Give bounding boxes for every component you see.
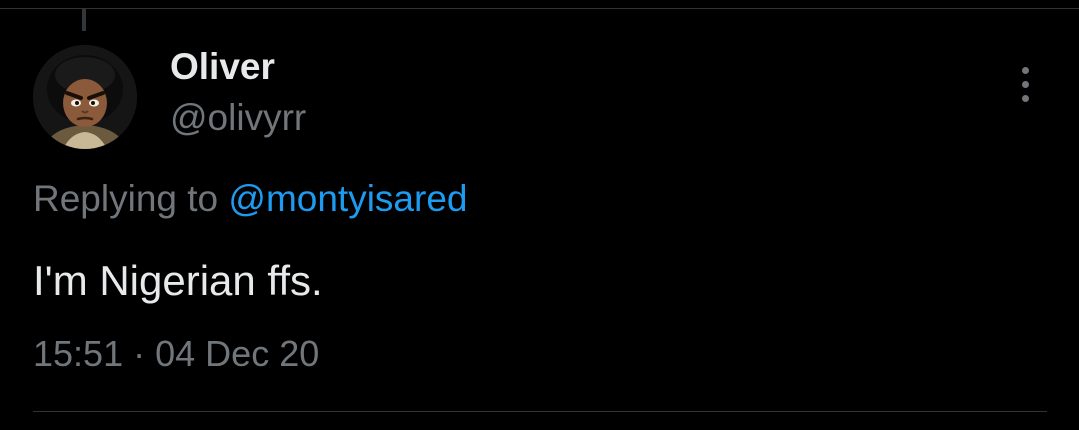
tweet-metadata: 15:51 · 04 Dec 20 <box>33 331 319 377</box>
more-vertical-icon-dot <box>1022 95 1029 102</box>
cartoon-avatar-icon <box>33 45 137 149</box>
replying-to-line: Replying to @montyisared <box>33 175 467 223</box>
avatar[interactable] <box>33 45 137 149</box>
bottom-divider <box>33 411 1047 412</box>
top-divider <box>0 8 1079 9</box>
more-vertical-icon-dot <box>1022 81 1029 88</box>
tweet-text: I'm Nigerian ffs. <box>33 257 323 304</box>
tweet-time[interactable]: 15:51 <box>33 333 123 374</box>
more-options-button[interactable] <box>1006 58 1046 110</box>
author-handle[interactable]: @olivyrr <box>170 95 306 141</box>
replying-to-mention-link[interactable]: @montyisared <box>228 178 467 219</box>
meta-separator: · <box>133 333 146 374</box>
replying-to-label: Replying to <box>33 178 219 219</box>
thread-connector-line <box>82 9 86 31</box>
author-display-name[interactable]: Oliver <box>170 44 275 90</box>
tweet-date[interactable]: 04 Dec 20 <box>155 333 319 374</box>
more-vertical-icon <box>1022 67 1029 74</box>
